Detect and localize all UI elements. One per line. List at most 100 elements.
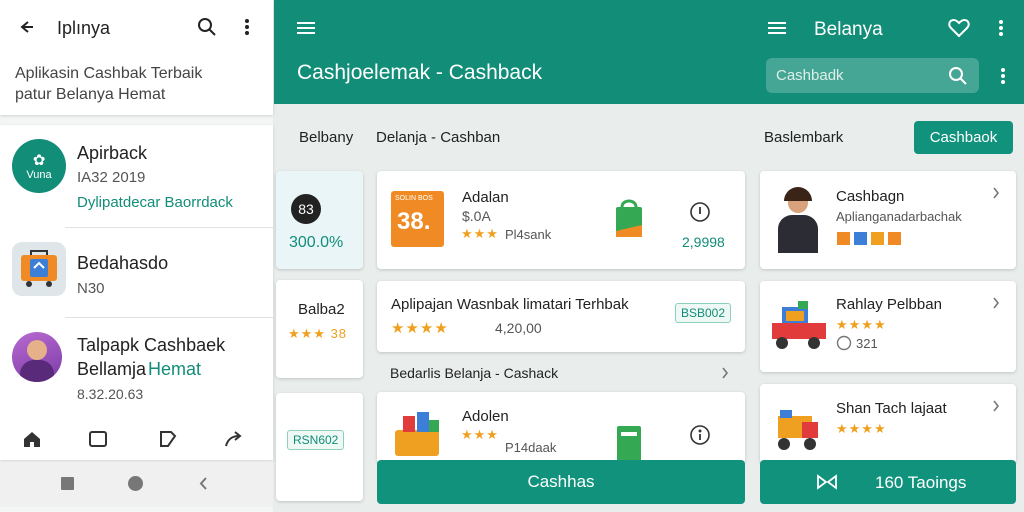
item-link[interactable]: Dylipatdecar Baorrdack [77, 194, 233, 211]
product-card-2[interactable]: Aplipajan Wasnbak limatari Terhbak ★★★★ … [377, 281, 745, 352]
right-header-title: Belanya [814, 19, 883, 40]
truck-toy-icon [770, 406, 826, 454]
product-stars: ★★★ [461, 427, 499, 442]
item-title-2a: Bellamja [77, 359, 147, 379]
side-badge: RSN602 [287, 430, 345, 450]
section-row-title[interactable]: Bedarlis Belanja - Cashack [390, 365, 558, 381]
tagging-button[interactable]: 160 Taoings [760, 460, 1016, 504]
mini-icons [836, 231, 904, 252]
side-card[interactable]: 83 300.0% [276, 171, 363, 269]
tagging-button-label: 160 Taoings [875, 473, 967, 492]
section-label-right[interactable]: Baslembark [764, 129, 843, 146]
system-nav-bar [0, 462, 273, 507]
search-box[interactable]: Cashbadk [766, 58, 979, 93]
avatar [774, 187, 822, 255]
side-card-3[interactable]: RSN602 [276, 393, 363, 501]
right-card-rating: 321 [856, 336, 878, 351]
more-vert-icon-2[interactable] [1000, 67, 1006, 85]
item-sub: IA32 2019 [77, 169, 146, 186]
right-card-stars: ★★★★ [836, 317, 887, 332]
product-card-3[interactable]: Adolen ★★★ P14daak [377, 392, 745, 464]
ticket-icon[interactable] [88, 430, 108, 448]
gift-basket-icon [389, 408, 447, 458]
right-card-2[interactable]: Rahlay Pelbban ★★★★ 321 [760, 281, 1016, 372]
left-header: Iplınya Aplikasin Cashbak Terbaik patur … [0, 0, 273, 115]
menu-icon-right[interactable] [767, 20, 787, 36]
item-sub: 8.32.20.63 [77, 386, 144, 402]
left-header-title: Iplınya [57, 18, 111, 38]
product-sub: P14daak [505, 440, 557, 455]
recent-apps-icon[interactable] [61, 477, 74, 490]
list-item[interactable]: ✿ Vuna Apirback IA32 2019 Dylipatdecar Ba… [0, 125, 273, 228]
product-sub: Pl4sank [505, 227, 552, 242]
product-title: Adolen [462, 408, 509, 425]
menu-icon[interactable] [296, 20, 316, 36]
shopping-cart-icon [12, 242, 66, 296]
home-nav-icon[interactable] [128, 476, 143, 491]
divider [65, 227, 273, 228]
right-card-title: Shan Tach lajaat [836, 400, 947, 417]
right-card-3[interactable]: Shan Tach lajaat ★★★★ [760, 384, 1016, 464]
item-title: Bedahasdo [77, 253, 169, 273]
back-icon[interactable] [16, 17, 36, 37]
truck-toy-icon [768, 301, 830, 353]
more-vert-icon[interactable] [244, 18, 250, 36]
side-label: Balba2 [298, 301, 345, 318]
search-icon[interactable] [948, 66, 968, 86]
info-icon[interactable] [689, 424, 711, 446]
shopping-bag-icon [613, 197, 645, 243]
thumb-number: 38. [397, 208, 431, 235]
search-input[interactable]: Cashbadk [776, 67, 844, 84]
shopping-bag-icon [613, 424, 645, 464]
item-title: Talpapk Cashbaek [77, 335, 226, 355]
cashback-button[interactable]: Cashhas [377, 460, 745, 504]
left-list: ✿ Vuna Apirback IA32 2019 Dylipatdecar Ba… [0, 125, 273, 460]
chevron-right-icon[interactable] [992, 297, 1000, 309]
search-icon[interactable] [197, 17, 217, 37]
chevron-right-icon[interactable] [992, 187, 1000, 199]
right-card-stars: ★★★★ [836, 421, 887, 436]
back-nav-icon[interactable] [198, 476, 208, 491]
badge-icon [836, 335, 852, 351]
right-card-title: Cashbagn [836, 188, 905, 205]
left-phone-panel: Iplınya Aplikasin Cashbak Terbaik patur … [0, 0, 273, 512]
product-card[interactable]: SOLIN BOS 38. Adalan $.0A ★★★ Pl4sank 2,… [377, 171, 745, 269]
more-vert-icon[interactable] [998, 19, 1004, 37]
main-header-title: Cashjoelemak - Cashback [297, 61, 543, 84]
product-badge: BSB002 [675, 303, 732, 323]
product-value: 2,9998 [682, 234, 725, 250]
right-card-title: Rahlay Pelbban [836, 296, 942, 313]
main-header: Cashjoelemak - Cashback Belanya Cashbadk [274, 0, 1024, 104]
item-sub: N30 [77, 280, 105, 297]
logo-text: Vuna [26, 169, 52, 181]
app-logo-icon: ✿ Vuna [12, 139, 66, 193]
tag-icon [816, 472, 838, 492]
product-thumbnail: SOLIN BOS 38. [391, 191, 444, 247]
side-number-badge: 83 [291, 194, 321, 224]
product-price: $.0A [462, 208, 491, 224]
right-card[interactable]: Cashbagn Aplianganadarbachak [760, 171, 1016, 269]
left-subtitle: Aplikasin Cashbak Terbaik patur Belanya … [15, 65, 203, 103]
divider [65, 317, 273, 318]
chevron-right-icon[interactable] [992, 400, 1000, 412]
product-rating: 4,20,00 [495, 320, 542, 336]
section-label-mid[interactable]: Delanja - Cashban [376, 129, 500, 146]
product-title: Aplipajan Wasnbak limatari Terhbak [391, 296, 629, 313]
heart-icon[interactable] [948, 18, 970, 38]
right-card-sub: Aplianganadarbachak [836, 209, 962, 224]
list-item[interactable]: Bedahasdo N30 [0, 230, 273, 325]
chevron-right-icon[interactable] [721, 367, 729, 379]
thumb-caption: SOLIN BOS [395, 195, 433, 202]
list-item[interactable]: Talpapk Cashbaek Bellamja Hemat 8.32.20.… [0, 325, 273, 415]
home-icon[interactable] [22, 430, 42, 448]
share-icon[interactable] [224, 430, 244, 448]
item-title: Apirback [77, 143, 148, 163]
product-stars: ★★★ [461, 226, 499, 241]
edit-icon[interactable] [158, 429, 178, 449]
cashback-chip[interactable]: Cashbaok [914, 121, 1013, 154]
info-icon[interactable] [689, 201, 711, 223]
product-stars: ★★★★ [391, 320, 449, 337]
section-label-left[interactable]: Belbany [299, 129, 353, 146]
side-card-2[interactable]: Balba2 ★★★ 38 [276, 280, 363, 378]
avatar [12, 332, 62, 382]
